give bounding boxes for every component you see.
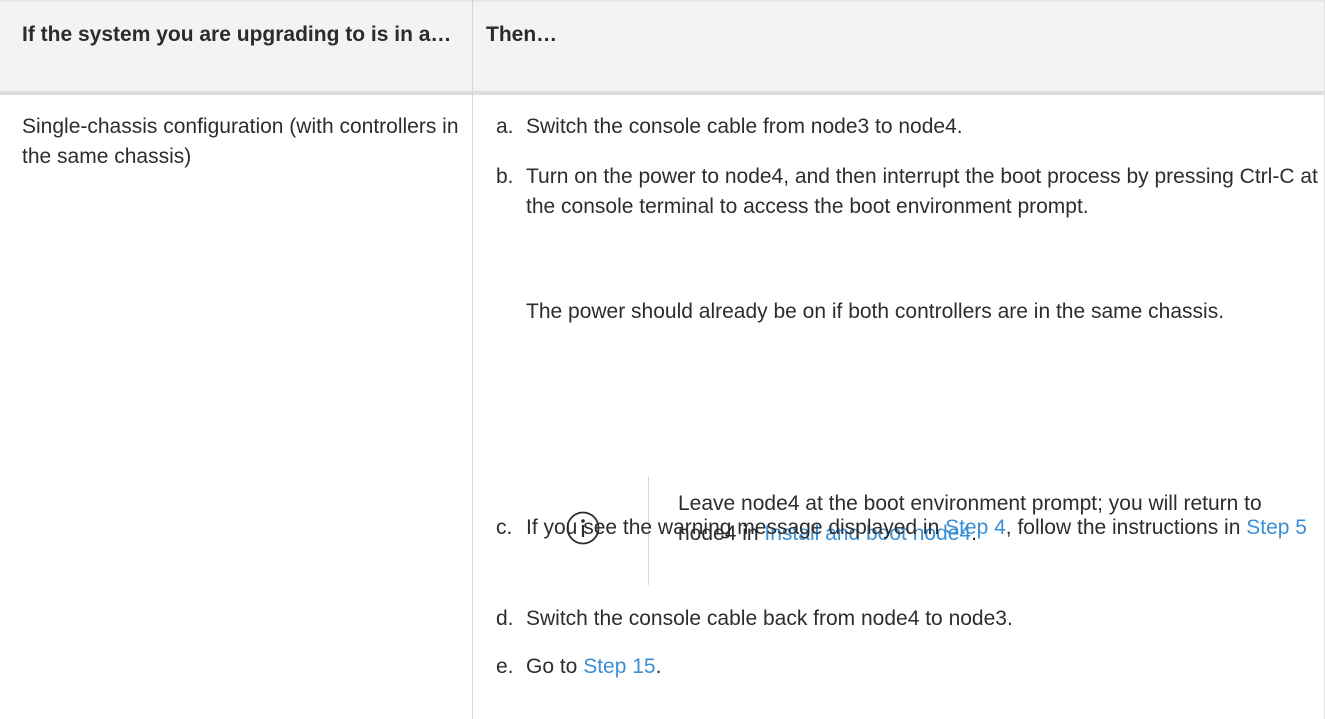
step-marker: c. bbox=[496, 516, 513, 539]
step-marker: e. bbox=[496, 655, 514, 678]
step-e-text-after: . bbox=[655, 655, 662, 678]
step-15-link[interactable]: Step 15 bbox=[583, 655, 655, 678]
step-text: Switch the console cable from node3 to n… bbox=[526, 115, 963, 138]
step-paragraph-text: The power should already be on if both c… bbox=[526, 300, 1225, 323]
step-marker: a. bbox=[496, 115, 514, 138]
step-text: Go to Step 15. bbox=[526, 652, 1325, 682]
column-divider bbox=[472, 0, 473, 719]
step-marker: b. bbox=[496, 165, 514, 188]
step-marker: d. bbox=[496, 607, 514, 630]
step-c-text-before: If you see the warning message displayed… bbox=[526, 516, 946, 539]
step-text: Switch the console cable back from node4… bbox=[526, 607, 1013, 630]
step-text: Turn on the power to node4, and then int… bbox=[526, 165, 1318, 218]
header-col1: If the system you are upgrading to is in… bbox=[22, 23, 452, 46]
step-c-text-mid: , follow the instructions in bbox=[1005, 516, 1247, 539]
step-5-link[interactable]: Step 5 bbox=[1246, 516, 1307, 539]
step-4-link[interactable]: Step 4 bbox=[945, 516, 1006, 539]
step-e-text-before: Go to bbox=[526, 655, 584, 678]
step-text: If you see the warning message displayed… bbox=[526, 513, 1325, 543]
upgrade-table: If the system you are upgrading to is in… bbox=[0, 0, 1325, 719]
header-col2: Then… bbox=[486, 23, 558, 46]
row-condition: Single-chassis configuration (with contr… bbox=[22, 115, 459, 168]
table-header: If the system you are upgrading to is in… bbox=[0, 0, 1325, 95]
